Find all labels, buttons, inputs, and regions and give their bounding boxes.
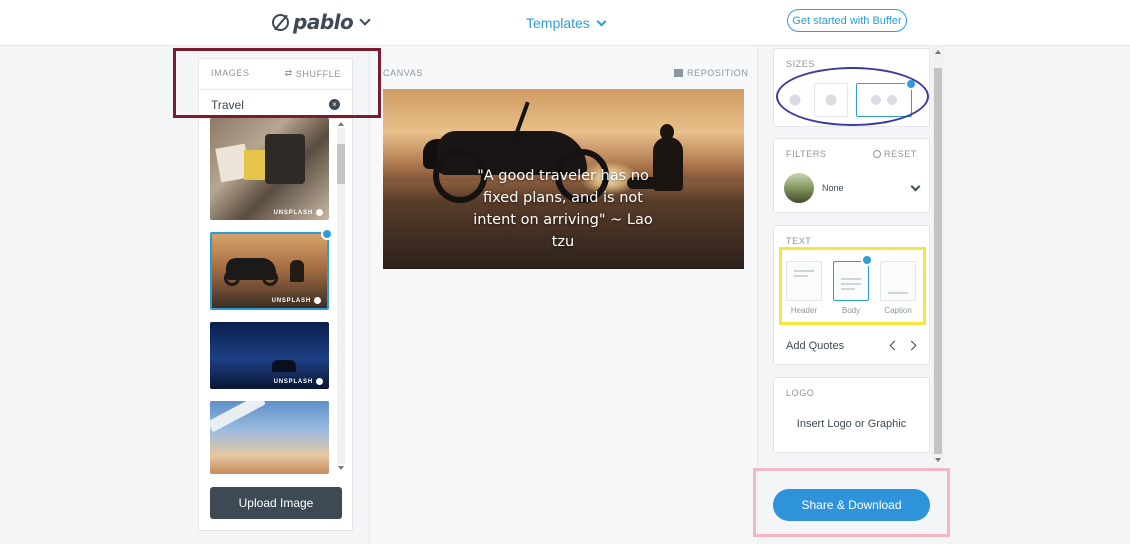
image-results: UNSPLASH UNSPLASH UNSPLASH [210,118,330,474]
photo-detail [224,270,240,286]
photo-detail [265,134,305,184]
pablo-logo-icon [272,13,289,31]
pablo-logo[interactable]: pablo [272,10,371,34]
scroll-down-icon[interactable] [935,458,941,462]
next-quote-icon[interactable] [906,340,917,351]
selected-check-icon [321,228,333,240]
brand-name: pablo [293,10,354,34]
upload-image-button[interactable]: Upload Image [210,487,342,519]
chevron-down-icon [596,16,607,26]
image-thumbnail[interactable] [210,401,329,474]
images-scrollbar[interactable] [335,120,347,472]
highlight-ellipse [776,67,929,126]
highlight-box [173,48,381,118]
info-icon [316,209,323,216]
photo-detail [272,360,296,372]
reset-icon [872,150,881,158]
unsplash-credit: UNSPLASH [274,209,323,216]
insert-logo-button[interactable]: Insert Logo or Graphic [774,418,929,430]
sizes-title: SIZES [786,59,816,69]
image-thumbnail[interactable]: UNSPLASH [210,322,329,389]
image-thumbnail-selected[interactable]: UNSPLASH [210,232,329,310]
scroll-up-icon[interactable] [338,122,344,126]
filter-select[interactable]: None [784,173,921,203]
highlight-box [753,468,950,537]
image-icon [674,69,683,77]
add-quotes-label: Add Quotes [786,340,845,352]
canvas-image[interactable]: "A good traveler has no fixed plans, and… [383,89,744,269]
reset-filter-button[interactable]: RESET [872,149,917,159]
photo-detail [210,401,266,433]
reset-label: RESET [883,149,917,159]
filters-title: FILTERS [786,149,827,159]
unsplash-credit: UNSPLASH [272,297,321,304]
scroll-thumb[interactable] [337,144,345,184]
text-title: TEXT [786,236,812,246]
image-thumbnail[interactable]: UNSPLASH [210,118,329,220]
filter-value: None [822,183,844,193]
filters-card: FILTERS RESET None [773,138,930,213]
info-icon [316,378,323,385]
logo-card: LOGO Insert Logo or Graphic [773,377,930,453]
previous-quote-icon[interactable] [889,340,900,351]
scroll-down-icon[interactable] [338,466,344,470]
photo-detail [290,260,304,282]
chevron-down-icon [359,13,371,26]
scroll-up-icon[interactable] [935,50,941,54]
highlight-box [779,247,926,325]
photo-detail [262,270,278,286]
templates-menu[interactable]: Templates [526,15,607,31]
info-icon [314,297,321,304]
canvas-label: CANVAS [383,68,423,78]
templates-label: Templates [526,15,590,31]
reposition-label: REPOSITION [687,68,749,78]
photo-detail [244,150,266,180]
filter-preview [784,173,814,203]
canvas-quote-text[interactable]: "A good traveler has no fixed plans, and… [463,165,663,253]
top-bar: pablo Templates Get started with Buffer [0,0,1130,46]
chevron-down-icon [910,181,921,191]
reposition-button[interactable]: REPOSITION [674,68,749,78]
logo-title: LOGO [786,388,815,398]
unsplash-credit: UNSPLASH [274,378,323,385]
right-scroll-thumb[interactable] [934,68,942,454]
get-started-button[interactable]: Get started with Buffer [787,9,907,32]
